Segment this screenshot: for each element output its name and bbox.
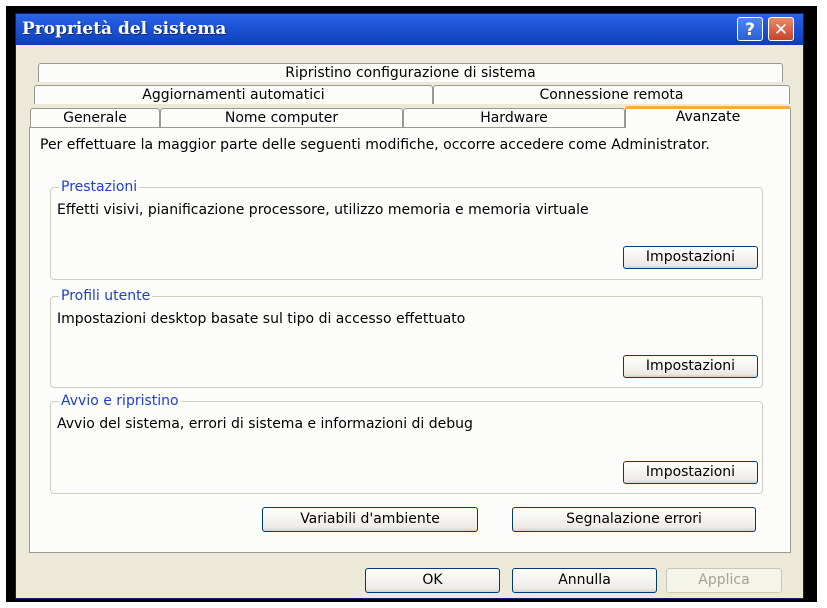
title-bar[interactable]: Proprietà del sistema ? ✕ bbox=[16, 14, 803, 45]
cancel-button[interactable]: Annulla bbox=[512, 568, 657, 593]
error-reporting-button[interactable]: Segnalazione errori bbox=[512, 507, 756, 532]
user-profiles-group-title: Profili utente bbox=[59, 288, 153, 304]
advanced-tab-panel: Per effettuare la maggior parte delle se… bbox=[29, 127, 791, 553]
environment-variables-button[interactable]: Variabili d'ambiente bbox=[262, 507, 478, 532]
user-profiles-group: Profili utente Impostazioni desktop basa… bbox=[50, 288, 763, 388]
tab-hardware[interactable]: Hardware bbox=[403, 108, 625, 127]
close-button[interactable]: ✕ bbox=[768, 17, 794, 41]
user-profiles-description: Impostazioni desktop basate sul tipo di … bbox=[57, 311, 466, 327]
startup-recovery-group-title: Avvio e ripristino bbox=[59, 393, 181, 409]
performance-settings-button[interactable]: Impostazioni bbox=[623, 246, 758, 269]
tab-system-restore[interactable]: Ripristino configurazione di sistema bbox=[38, 63, 783, 82]
ok-button[interactable]: OK bbox=[365, 568, 500, 593]
performance-group: Prestazioni Effetti visivi, pianificazio… bbox=[50, 179, 763, 280]
tab-general[interactable]: Generale bbox=[30, 108, 160, 127]
startup-recovery-description: Avvio del sistema, errori di sistema e i… bbox=[57, 416, 473, 432]
apply-button[interactable]: Applica bbox=[666, 568, 782, 593]
admin-notice: Per effettuare la maggior parte delle se… bbox=[40, 137, 710, 153]
performance-group-title: Prestazioni bbox=[59, 179, 140, 195]
startup-recovery-group: Avvio e ripristino Avvio del sistema, er… bbox=[50, 393, 763, 494]
performance-description: Effetti visivi, pianificazione processor… bbox=[57, 202, 589, 218]
help-button[interactable]: ? bbox=[737, 17, 763, 41]
window-title: Proprietà del sistema bbox=[22, 19, 227, 39]
system-properties-window: Proprietà del sistema ? ✕ Ripristino con… bbox=[15, 13, 804, 599]
tab-advanced[interactable]: Avanzate bbox=[625, 106, 791, 128]
tab-automatic-updates[interactable]: Aggiornamenti automatici bbox=[34, 85, 433, 104]
user-profiles-settings-button[interactable]: Impostazioni bbox=[623, 355, 758, 378]
startup-recovery-settings-button[interactable]: Impostazioni bbox=[623, 461, 758, 484]
tab-remote-connection[interactable]: Connessione remota bbox=[433, 85, 790, 104]
tab-computer-name[interactable]: Nome computer bbox=[160, 108, 403, 127]
